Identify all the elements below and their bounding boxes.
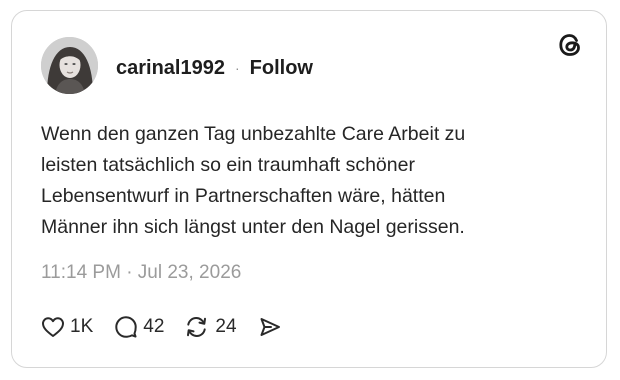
like-count: 1K <box>70 316 94 337</box>
heart-icon <box>41 316 65 338</box>
post-header: carinal1992 · Follow <box>116 55 313 81</box>
reply-button[interactable]: 42 <box>114 315 164 339</box>
post-timestamp[interactable]: 11:14 PM · Jul 23, 2026 <box>41 262 241 284</box>
share-button[interactable] <box>258 316 282 338</box>
repost-button[interactable]: 24 <box>184 315 237 339</box>
post-text: Wenn den ganzen Tag unbezahlte Care Arbe… <box>41 123 466 238</box>
action-bar: 1K 42 24 <box>41 313 282 341</box>
follow-button[interactable]: Follow <box>250 57 313 80</box>
repost-count: 24 <box>215 316 237 337</box>
avatar-image <box>41 37 98 94</box>
post-card: carinal1992 · Follow Wenn den ganzen Tag… <box>11 10 607 368</box>
username-link[interactable]: carinal1992 <box>116 57 225 80</box>
reply-count: 42 <box>143 316 165 337</box>
avatar[interactable] <box>41 37 98 94</box>
separator-dot: · <box>234 60 240 76</box>
repost-arrows-icon <box>184 315 210 339</box>
like-button[interactable]: 1K <box>41 316 93 338</box>
speech-bubble-icon <box>114 315 138 339</box>
send-arrow-icon <box>258 316 282 338</box>
threads-logo-icon[interactable] <box>556 31 584 59</box>
